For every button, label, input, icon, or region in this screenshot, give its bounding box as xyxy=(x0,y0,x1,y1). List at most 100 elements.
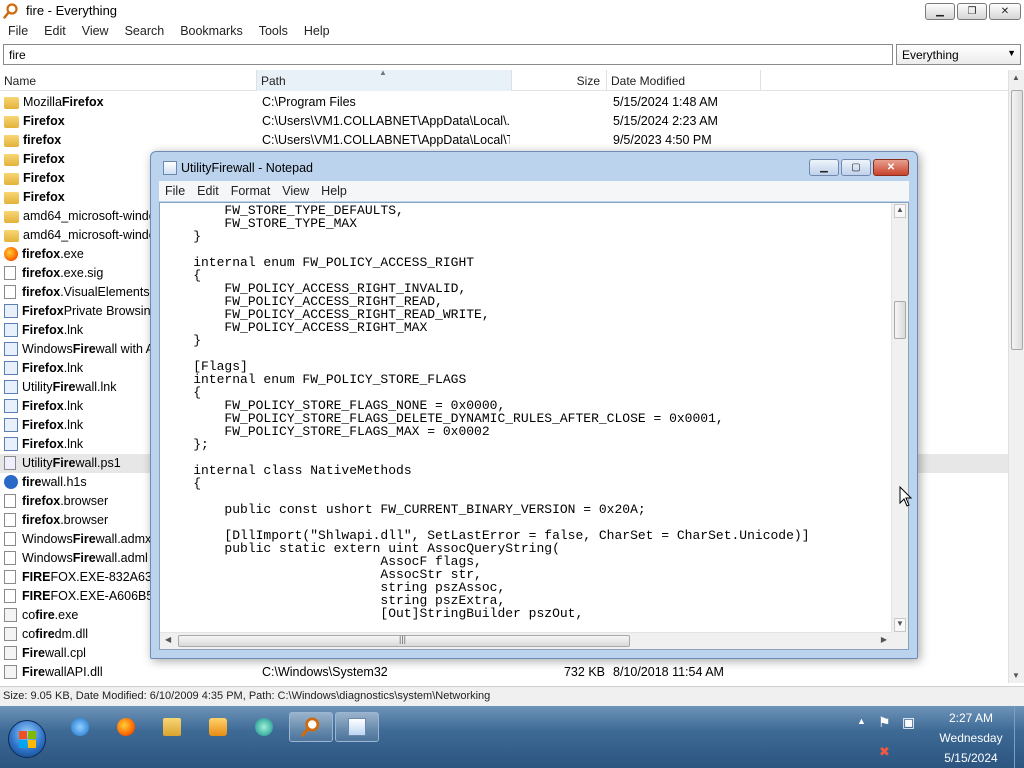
scroll-right-icon[interactable]: ▶ xyxy=(881,635,887,644)
column-name[interactable]: Name xyxy=(0,70,257,91)
name-suffix: .lnk xyxy=(63,399,84,413)
name-suffix: dm.dll xyxy=(54,627,88,641)
name-match: Firefox xyxy=(23,190,65,204)
code-line: }; xyxy=(162,437,209,452)
notepad-hscroll-thumb[interactable]: ||| xyxy=(178,634,630,647)
result-path: C:\Users\VM1.COLLABNET\AppData\Local\T..… xyxy=(262,133,510,147)
notepad-vscroll-thumb[interactable] xyxy=(894,301,906,339)
notepad-vertical-scrollbar[interactable]: ▲ ▼ xyxy=(891,203,908,633)
filter-select[interactable]: Everything ▼ xyxy=(896,44,1021,65)
column-size[interactable]: Size xyxy=(512,70,607,91)
taskbar-ie[interactable] xyxy=(60,712,100,742)
code-line: public const ushort FW_CURRENT_BINARY_VE… xyxy=(162,502,646,517)
name-match: firefox xyxy=(22,266,61,280)
scrollbar-thumb[interactable] xyxy=(1011,90,1023,350)
code-line: } xyxy=(162,333,202,348)
name-prefix: co xyxy=(22,608,36,622)
name-suffix: wall with A xyxy=(95,342,155,356)
notepad-maximize-button[interactable]: ▢ xyxy=(841,159,871,176)
start-button[interactable] xyxy=(8,720,46,758)
dll-icon xyxy=(4,627,17,641)
network-icon xyxy=(255,718,273,736)
notepad-menu-bar: File Edit Format View Help xyxy=(159,181,909,201)
restore-button[interactable]: ❐ xyxy=(957,3,987,20)
menu-edit[interactable]: Edit xyxy=(36,22,74,42)
taskbar-explorer[interactable] xyxy=(152,712,192,742)
code-line: } xyxy=(162,229,202,244)
search-input[interactable] xyxy=(3,44,893,65)
action-center-flag-icon[interactable]: ⚑ xyxy=(878,714,891,731)
shortcut-icon xyxy=(4,418,18,432)
result-size: 732 KB xyxy=(563,665,605,679)
taskbar-everything[interactable] xyxy=(289,712,333,742)
name-match: firefox xyxy=(22,494,61,508)
result-row[interactable]: firefox C:\Users\VM1.COLLABNET\AppData\Lo… xyxy=(0,131,1008,150)
network-tray-icon[interactable]: ▣ xyxy=(902,714,915,731)
menu-file[interactable]: File xyxy=(0,22,36,42)
name-suffix: .browser xyxy=(60,494,109,508)
scroll-down-icon[interactable]: ▼ xyxy=(894,618,906,632)
mouse-cursor-icon xyxy=(899,486,913,507)
np-menu-view[interactable]: View xyxy=(276,181,315,201)
notepad-text[interactable]: FW_STORE_TYPE_DEFAULTS, FW_STORE_TYPE_MA… xyxy=(160,203,892,633)
scroll-up-icon[interactable]: ▲ xyxy=(894,204,906,218)
np-menu-edit[interactable]: Edit xyxy=(191,181,225,201)
taskbar-media-player[interactable] xyxy=(198,712,238,742)
np-menu-format[interactable]: Format xyxy=(225,181,277,201)
name-match: Fire xyxy=(52,456,76,470)
taskbar: ▲ ⚑ ▣ ✖ 2:27 AM Wednesday 5/15/2024 xyxy=(0,706,1024,768)
notepad-window-controls: ▁ ▢ ✕ xyxy=(809,159,909,176)
show-desktop-button[interactable] xyxy=(1014,706,1024,768)
firefox-icon xyxy=(117,718,135,736)
system-clock[interactable]: 2:27 AM Wednesday 5/15/2024 xyxy=(926,708,1016,768)
result-row[interactable]: Mozilla Firefox C:\Program Files 5/15/2024… xyxy=(0,93,1008,112)
menu-bookmarks[interactable]: Bookmarks xyxy=(172,22,251,42)
np-menu-file[interactable]: File xyxy=(159,181,191,201)
results-scrollbar[interactable]: ▲ ▼ xyxy=(1008,70,1024,683)
result-row[interactable]: Fire wallAPI.dll C:\Windows\System32 732 KB… xyxy=(0,663,1008,682)
menu-help[interactable]: Help xyxy=(296,22,338,42)
result-row[interactable]: Firefox C:\Users\VM1.COLLABNET\AppData\Lo… xyxy=(0,112,1008,131)
np-menu-help[interactable]: Help xyxy=(315,181,353,201)
name-match: Firefox xyxy=(23,171,65,185)
name-suffix: .lnk xyxy=(63,361,84,375)
help-icon xyxy=(4,475,18,489)
taskbar-notepad[interactable] xyxy=(335,712,379,742)
code-line: [Out]StringBuilder pszOut, xyxy=(162,606,584,621)
menu-search[interactable]: Search xyxy=(117,22,173,42)
scroll-left-icon[interactable]: ◀ xyxy=(165,635,171,644)
doc-icon xyxy=(4,266,16,280)
result-name: Fire wallAPI.dll xyxy=(4,665,254,679)
menu-tools[interactable]: Tools xyxy=(251,22,296,42)
show-hidden-icons-icon[interactable]: ▲ xyxy=(857,716,866,726)
name-match: firefox xyxy=(22,285,61,299)
result-name: firefox xyxy=(4,133,254,147)
column-path-label: Path xyxy=(261,74,286,88)
clock-day: Wednesday xyxy=(939,731,1003,745)
column-path[interactable]: ▲ Path xyxy=(257,68,512,91)
notepad-minimize-button[interactable]: ▁ xyxy=(809,159,839,176)
scroll-up-icon[interactable]: ▲ xyxy=(1012,73,1020,82)
close-icon: ✕ xyxy=(1000,6,1010,17)
volume-muted-icon[interactable]: ✖ xyxy=(879,744,890,760)
name-match: Firefox xyxy=(22,418,64,432)
name-suffix: .lnk xyxy=(63,418,84,432)
scroll-down-icon[interactable]: ▼ xyxy=(1012,671,1020,680)
name-match: Firefox xyxy=(22,361,64,375)
status-bar: Size: 9.05 KB, Date Modified: 6/10/2009 … xyxy=(0,686,1024,706)
notepad-edit-area[interactable]: FW_STORE_TYPE_DEFAULTS, FW_STORE_TYPE_MA… xyxy=(159,202,909,650)
name-prefix: Windows xyxy=(22,342,73,356)
notepad-close-button[interactable]: ✕ xyxy=(873,159,909,176)
menu-view[interactable]: View xyxy=(74,22,117,42)
notepad-window[interactable]: UtilityFirewall - Notepad ▁ ▢ ✕ File Edi… xyxy=(150,151,918,659)
taskbar-firefox[interactable] xyxy=(106,712,146,742)
shortcut-icon xyxy=(4,342,18,356)
minimize-button[interactable]: ▁ xyxy=(925,3,955,20)
minimize-icon: ▁ xyxy=(936,6,944,17)
filter-value: Everything xyxy=(902,48,959,62)
close-button[interactable]: ✕ xyxy=(989,3,1021,20)
media-player-icon xyxy=(209,718,227,736)
column-date-modified[interactable]: Date Modified xyxy=(607,70,761,91)
notepad-horizontal-scrollbar[interactable]: ◀ ||| ▶ xyxy=(160,632,892,649)
taskbar-network[interactable] xyxy=(244,712,284,742)
